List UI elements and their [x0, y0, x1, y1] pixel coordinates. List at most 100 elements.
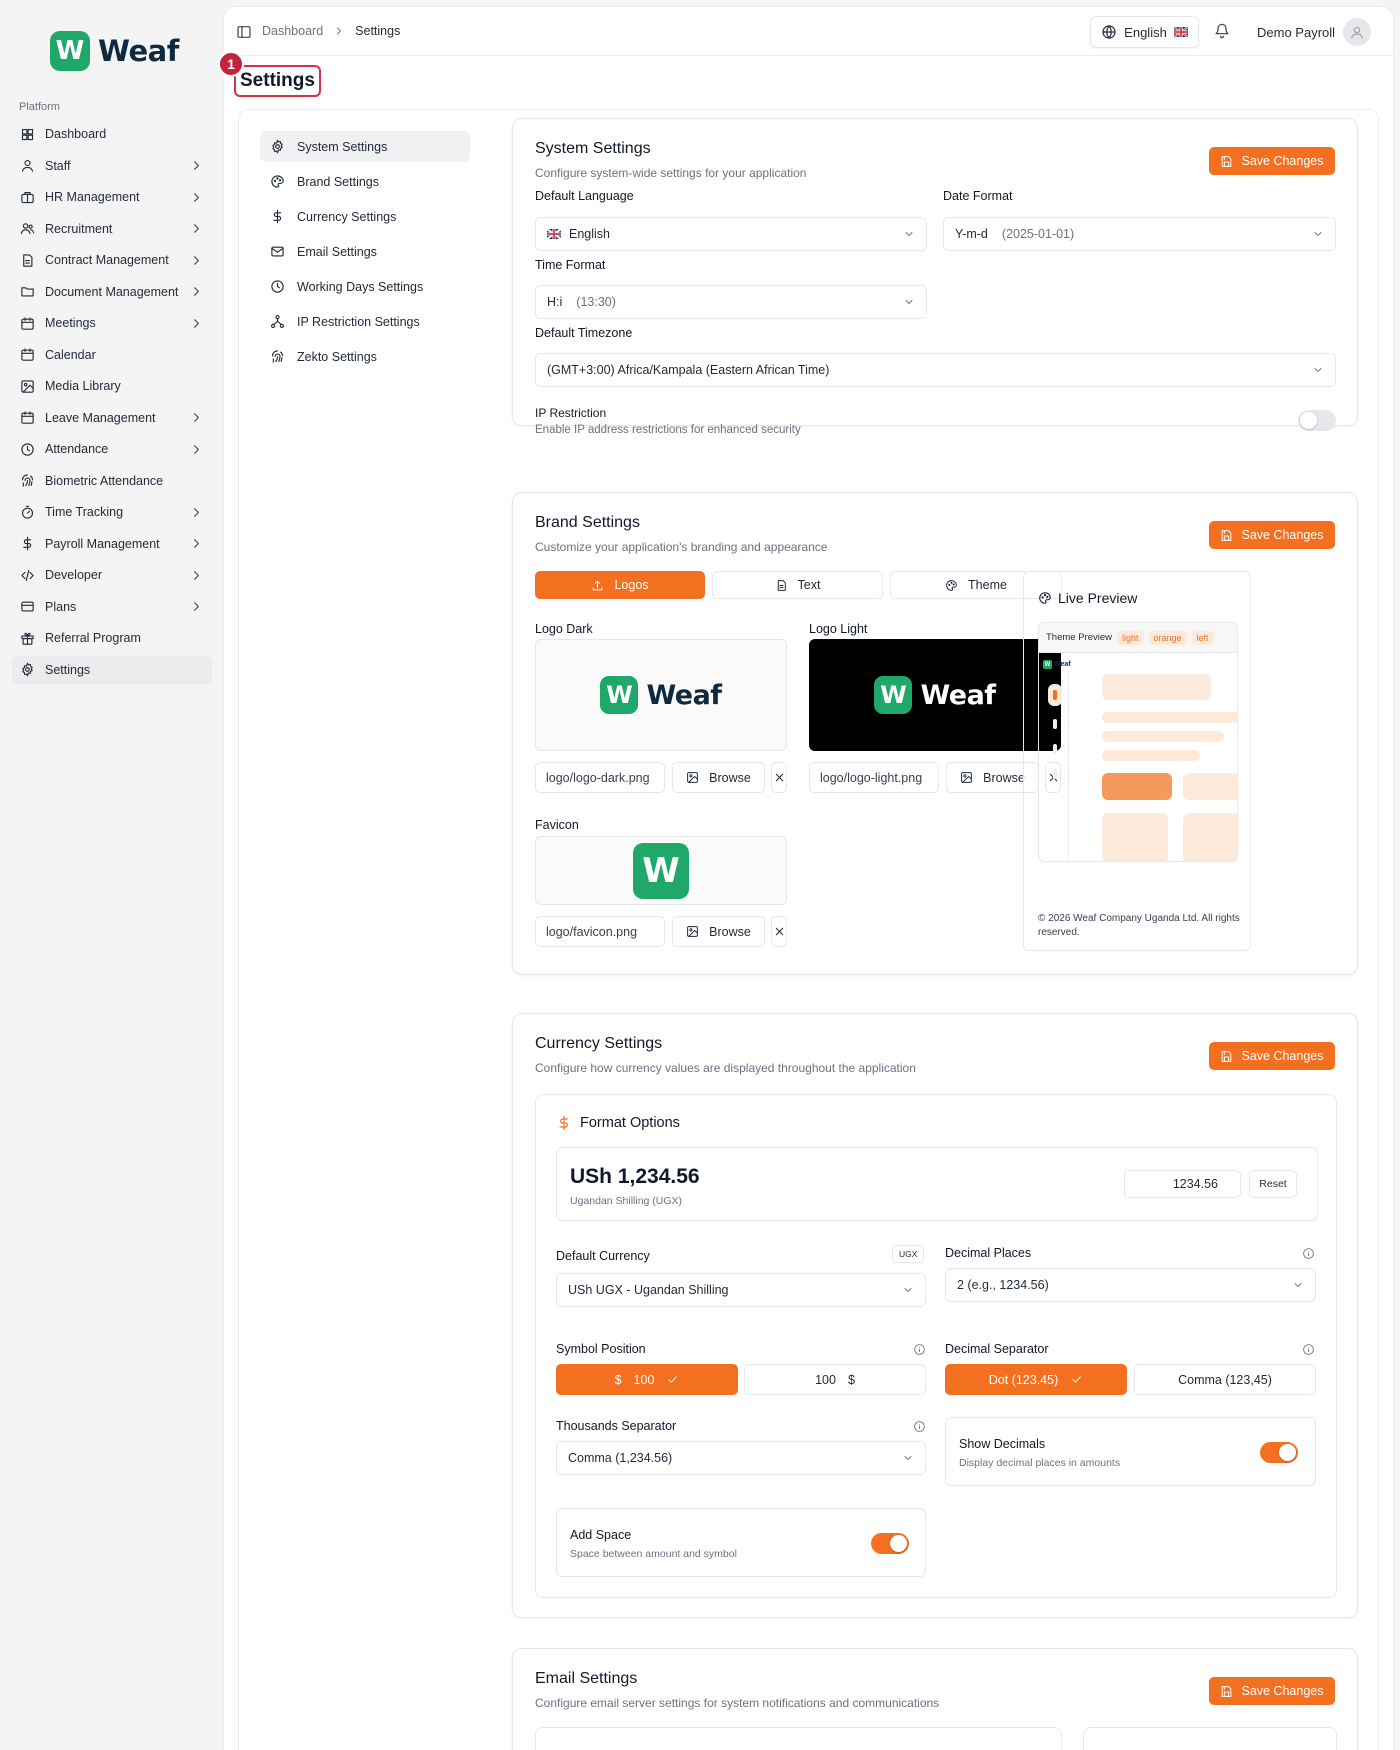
sidebar-item-contract-management[interactable]: Contract Management: [12, 246, 212, 274]
calendar-icon: [21, 348, 34, 361]
favicon-path-input[interactable]: logo/favicon.png: [535, 916, 665, 947]
subnav-item-zekto-settings[interactable]: Zekto Settings: [260, 341, 470, 372]
sidebar-item-settings[interactable]: Settings: [12, 655, 212, 684]
symbol-before-option[interactable]: $ 100: [556, 1364, 738, 1395]
sidebar-item-meetings[interactable]: Meetings: [12, 309, 212, 337]
sidebar-item-time-tracking[interactable]: Time Tracking: [12, 498, 212, 526]
subnav-item-ip-restriction-settings[interactable]: IP Restriction Settings: [260, 306, 470, 337]
tab-logos[interactable]: Logos: [535, 571, 705, 599]
sidebar-item-biometric-attendance[interactable]: Biometric Attendance: [12, 467, 212, 495]
thousands-separator-label: Thousands Separator: [556, 1419, 677, 1433]
sample-amount-input[interactable]: 1234.56: [1124, 1170, 1241, 1198]
save-button[interactable]: Save Changes: [1209, 1677, 1335, 1705]
chevron-right-icon: [194, 413, 199, 422]
user-icon: [21, 159, 34, 172]
symbol-after-option[interactable]: 100 $: [744, 1364, 926, 1395]
chevron-right-icon: [194, 444, 199, 454]
chevron-down-icon: [905, 232, 913, 236]
close-icon: [775, 773, 783, 782]
save-button[interactable]: Save Changes: [1209, 521, 1335, 549]
theme-preview-frame: Theme Preview light orange left W Weaf: [1038, 622, 1238, 862]
palette-icon: [946, 579, 957, 591]
breadcrumb-dashboard[interactable]: Dashboard: [262, 24, 323, 38]
sidebar-item-referral-program[interactable]: Referral Program: [12, 624, 212, 652]
sidebar-item-plans[interactable]: Plans: [12, 593, 212, 621]
uk-flag-icon: [1173, 27, 1188, 37]
sidebar-item-dashboard[interactable]: Dashboard: [12, 120, 212, 148]
sidebar: W Weaf Platform Dashboard Staff HR Managem…: [0, 0, 224, 1750]
user-menu[interactable]: Demo Payroll: [1257, 18, 1372, 46]
add-space-card: Add Space Space between amount and symbo…: [556, 1508, 926, 1577]
upload-icon: [593, 580, 603, 590]
clear-button[interactable]: [771, 916, 787, 947]
show-decimals-toggle[interactable]: [1260, 1442, 1298, 1463]
decimal-dot-option[interactable]: Dot (123.45): [945, 1364, 1127, 1395]
sidebar-item-calendar[interactable]: Calendar: [12, 341, 212, 369]
date-format-select[interactable]: Y-m-d (2025-01-01): [943, 217, 1336, 251]
decimal-places-select[interactable]: 2 (e.g., 1234.56): [945, 1268, 1316, 1302]
browse-button[interactable]: Browse: [672, 762, 765, 793]
sidebar-item-recruitment[interactable]: Recruitment: [12, 215, 212, 243]
sidebar-item-label: Meetings: [45, 316, 96, 330]
add-space-toggle[interactable]: [871, 1533, 909, 1554]
info-icon[interactable]: [1302, 1343, 1315, 1356]
sidebar-item-hr-management[interactable]: HR Management: [12, 183, 212, 211]
sidebar-item-leave-management[interactable]: Leave Management: [12, 404, 212, 432]
save-button[interactable]: Save Changes: [1209, 147, 1335, 175]
favicon-preview: W: [535, 836, 787, 905]
clear-button[interactable]: [771, 762, 787, 793]
default-currency-select[interactable]: USh UGX - Ugandan Shilling: [556, 1273, 926, 1307]
sidebar-item-staff[interactable]: Staff: [12, 152, 212, 180]
sidebar-item-developer[interactable]: Developer: [12, 561, 212, 589]
sidebar-item-label: Contract Management: [45, 253, 169, 267]
default-language-select[interactable]: English: [535, 217, 927, 251]
brand-logo[interactable]: W Weaf: [50, 31, 179, 71]
sidebar-item-label: Attendance: [45, 442, 109, 456]
timer-icon: [21, 505, 34, 519]
check-icon: [1072, 1376, 1082, 1383]
show-decimals-title: Show Decimals: [959, 1437, 1046, 1451]
subnav-item-email-settings[interactable]: Email Settings: [260, 236, 470, 267]
chevron-right-icon: [194, 318, 199, 328]
timezone-select[interactable]: (GMT+3:00) Africa/Kampala (Eastern Afric…: [535, 353, 1336, 387]
info-icon[interactable]: [913, 1420, 926, 1433]
breadcrumb: Dashboard Settings: [262, 24, 400, 38]
sidebar-item-payroll-management[interactable]: Payroll Management: [12, 530, 212, 558]
time-format-select[interactable]: H:i (13:30): [535, 285, 927, 319]
reset-button[interactable]: Reset: [1249, 1170, 1297, 1198]
sidebar-item-label: Leave Management: [45, 410, 156, 425]
sidebar-item-label: HR Management: [45, 190, 140, 204]
palette-icon: [271, 175, 284, 188]
decimal-comma-option[interactable]: Comma (123,45): [1134, 1364, 1316, 1395]
dollar-icon: [273, 209, 282, 224]
info-icon[interactable]: [913, 1343, 926, 1356]
ip-restriction-toggle[interactable]: [1298, 410, 1336, 431]
chevron-right-icon: [194, 192, 199, 202]
bell-icon[interactable]: [1214, 23, 1230, 39]
subnav-item-currency-settings[interactable]: Currency Settings: [260, 201, 470, 232]
chevron-right-icon: [194, 570, 199, 580]
info-icon[interactable]: [1302, 1247, 1315, 1260]
subnav-item-system-settings[interactable]: System Settings: [260, 131, 470, 162]
sidebar-item-attendance[interactable]: Attendance: [12, 435, 212, 463]
settings-subnav: System Settings Brand Settings Currency Se…: [260, 131, 470, 376]
sidebar-section-label: Platform: [19, 101, 60, 113]
sidebar-item-media-library[interactable]: Media Library: [12, 372, 212, 400]
sidebar-item-label: Time Tracking: [45, 505, 124, 519]
chevron-down-icon: [1314, 368, 1322, 372]
tab-text[interactable]: Text: [712, 571, 883, 599]
save-button[interactable]: Save Changes: [1209, 1042, 1335, 1070]
logo-dark-path-input[interactable]: logo/logo-dark.png: [535, 762, 665, 793]
decimal-places-label: Decimal Places: [945, 1246, 1032, 1260]
browse-button[interactable]: Browse: [672, 916, 765, 947]
subnav-item-brand-settings[interactable]: Brand Settings: [260, 166, 470, 197]
subnav-item-label: System Settings: [297, 139, 388, 154]
logo-light-path-input[interactable]: logo/logo-light.png: [809, 762, 939, 793]
subnav-item-working-days-settings[interactable]: Working Days Settings: [260, 271, 470, 302]
language-switcher[interactable]: English: [1090, 16, 1199, 48]
fingerprint-icon: [21, 474, 34, 487]
sidebar-item-document-management[interactable]: Document Management: [12, 278, 212, 306]
email-side-panel: [1083, 1727, 1337, 1750]
thousands-separator-select[interactable]: Comma (1,234.56): [556, 1441, 926, 1475]
sidebar-toggle-icon[interactable]: [236, 24, 252, 40]
